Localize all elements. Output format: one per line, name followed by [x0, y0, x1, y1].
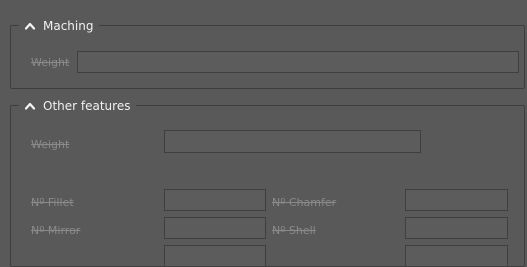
chamfer-input[interactable] — [405, 189, 508, 211]
other-features-title: Other features — [43, 99, 131, 113]
machining-weight-input[interactable] — [77, 51, 519, 73]
other-weight-input[interactable] — [164, 130, 421, 153]
machining-weight-label: Weight — [31, 56, 70, 69]
chevron-up-icon[interactable] — [23, 19, 37, 33]
machining-section: Maching Weight — [10, 17, 525, 89]
shell-input[interactable] — [405, 217, 508, 239]
machining-header[interactable]: Maching — [19, 17, 100, 35]
fillet-input[interactable] — [164, 189, 266, 211]
mirror-label: Nº Mirror — [31, 224, 81, 237]
other-weight-label: Weight — [31, 138, 70, 151]
shell-label: Nº Shell — [272, 224, 316, 237]
other-features-header[interactable]: Other features — [19, 97, 137, 115]
chevron-up-icon[interactable] — [23, 99, 37, 113]
extra-left-input[interactable] — [164, 245, 266, 267]
other-features-section: Other features Weight Nº Fillet Nº Chamf… — [10, 97, 525, 267]
chamfer-label: Nº Chamfer — [272, 196, 337, 209]
fillet-label: Nº Fillet — [31, 196, 74, 209]
machining-title: Maching — [43, 19, 94, 33]
mirror-input[interactable] — [164, 217, 266, 239]
extra-right-input[interactable] — [405, 245, 508, 267]
